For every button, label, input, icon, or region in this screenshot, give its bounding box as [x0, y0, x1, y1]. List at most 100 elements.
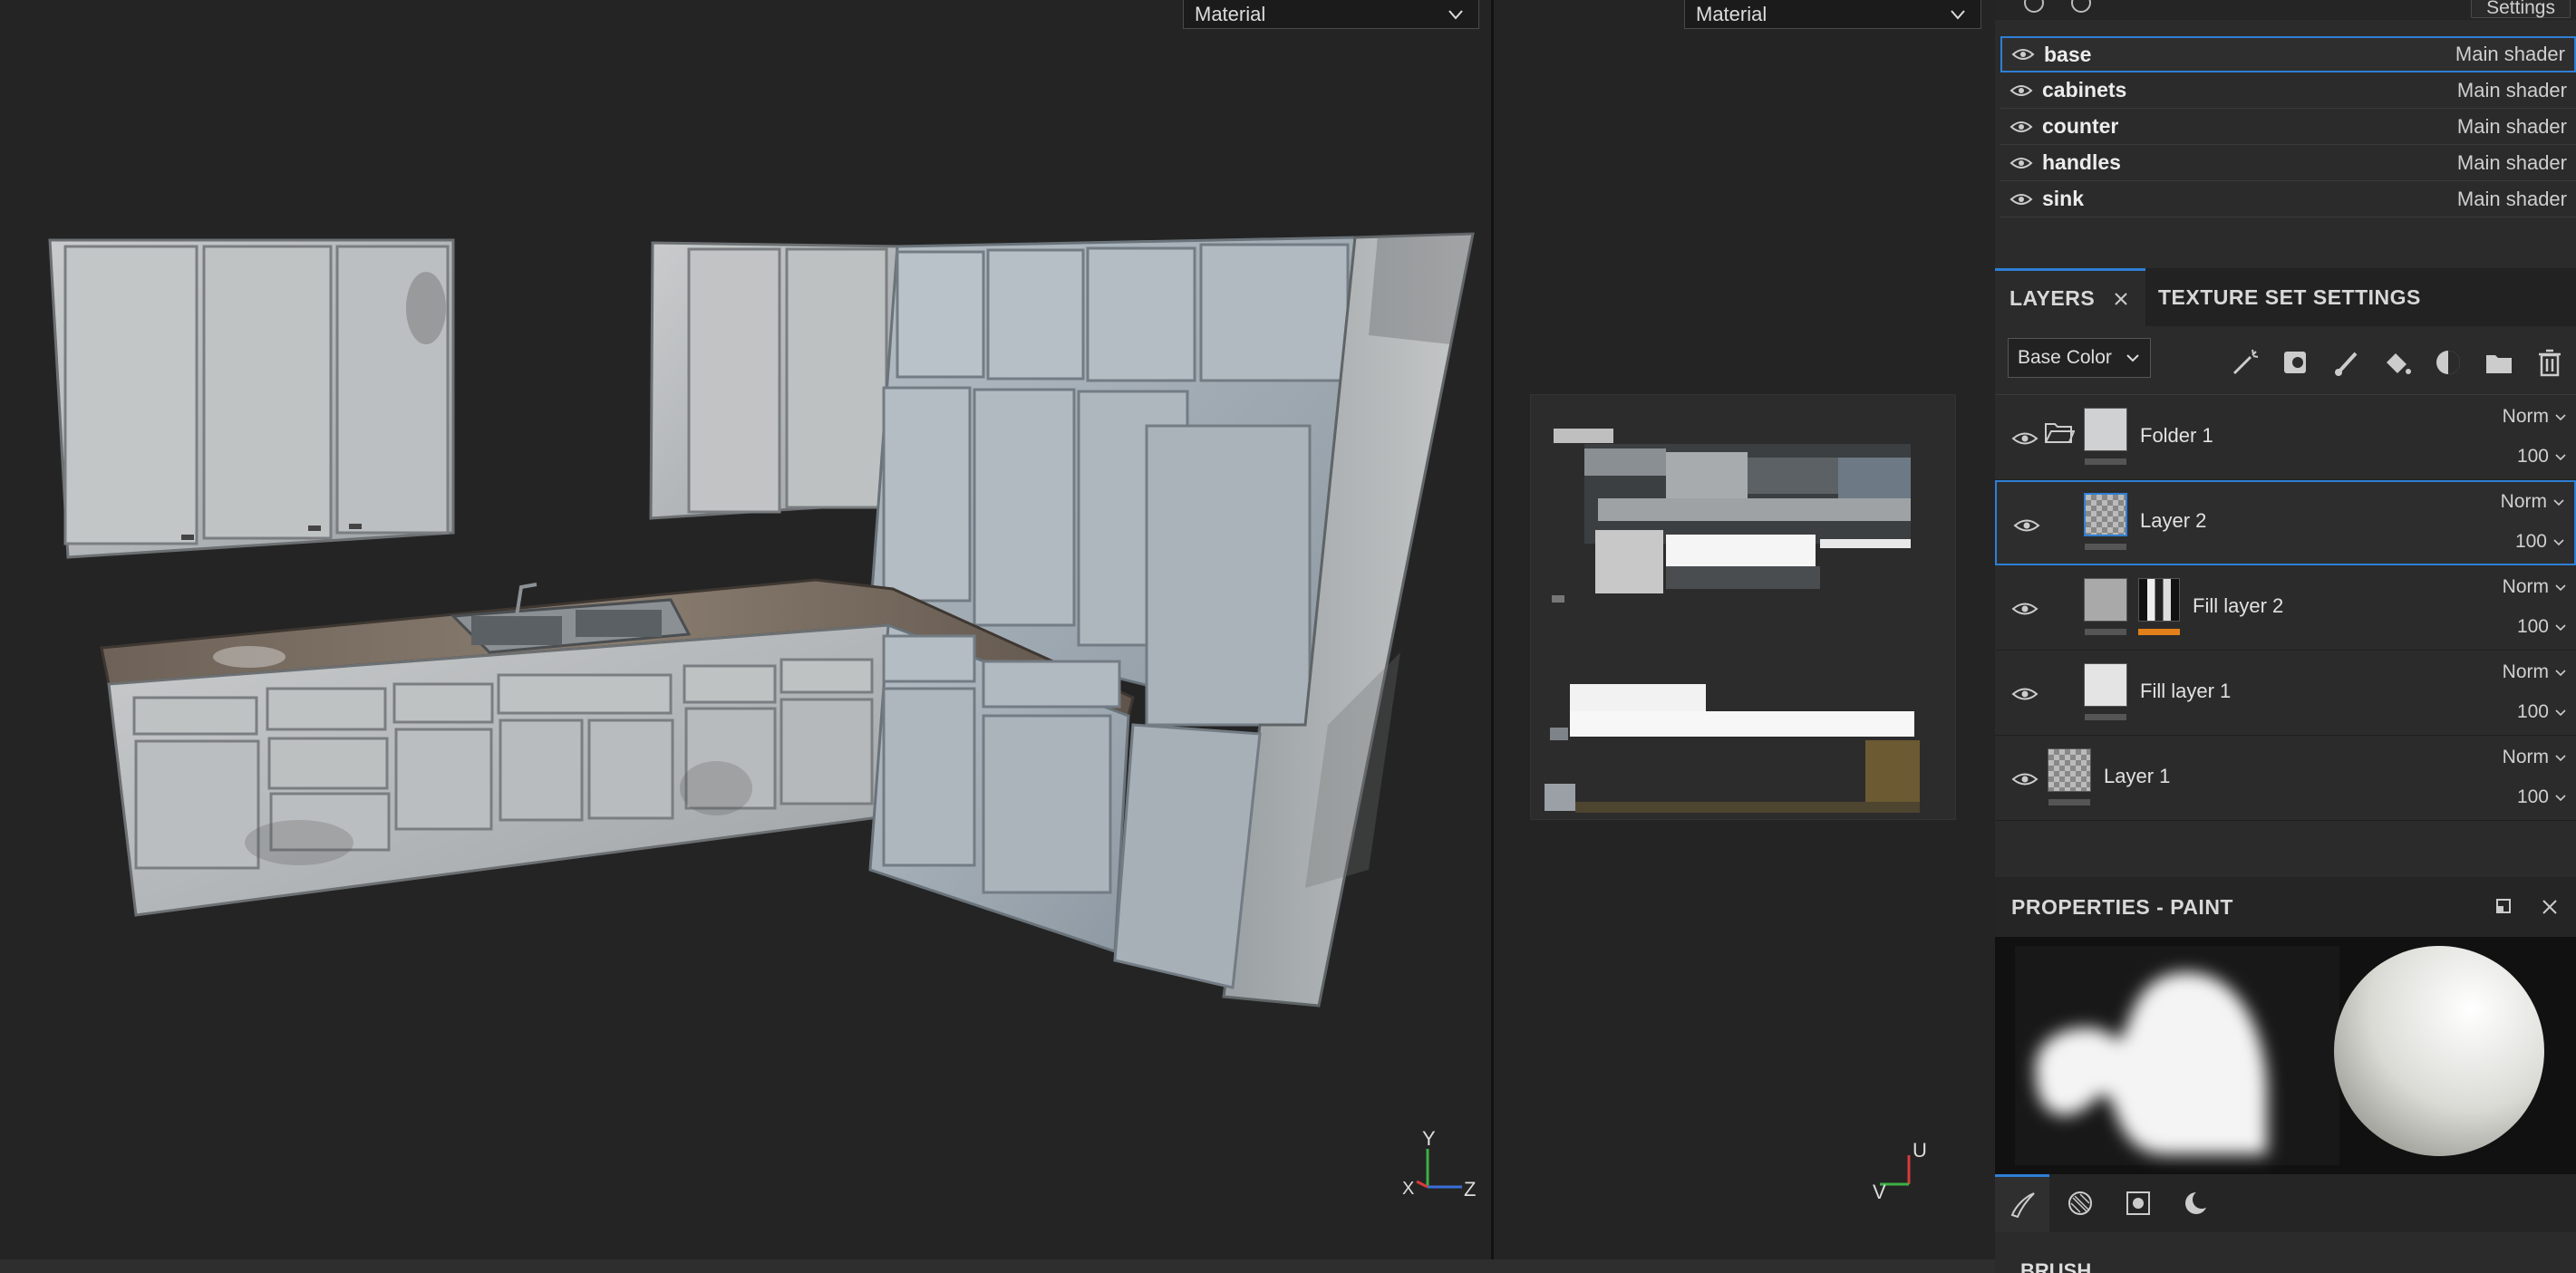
chevron-down-icon: [2555, 624, 2566, 632]
blend-mode-label: Norm: [2502, 661, 2549, 682]
layer-thumbnail: [2084, 408, 2127, 451]
blend-mode-dropdown[interactable]: Norm: [2503, 576, 2567, 598]
texture-set-item-base[interactable]: base Main shader: [2000, 36, 2576, 72]
uv-texture-sheet: [1530, 394, 1956, 820]
viewport-2d-mode-dropdown[interactable]: Material: [1684, 0, 1981, 29]
blend-mode-dropdown[interactable]: Norm: [2503, 406, 2567, 428]
mask-thumbnail[interactable]: [2138, 578, 2180, 622]
texture-set-shader[interactable]: Main shader: [2457, 151, 2567, 175]
close-icon[interactable]: [2111, 289, 2131, 309]
blend-mode-dropdown[interactable]: Norm: [2501, 491, 2565, 513]
viewport-2d[interactable]: Material U V: [1494, 0, 1995, 1259]
tab-smart-material[interactable]: [2169, 1174, 2223, 1232]
texture-set-name: sink: [2042, 187, 2085, 210]
texture-set-name: cabinets: [2042, 78, 2127, 101]
undock-icon[interactable]: [2494, 897, 2513, 915]
texture-set-settings-button[interactable]: Settings: [2471, 0, 2571, 18]
texture-set-item-handles[interactable]: handles Main shader: [2000, 145, 2576, 181]
chevron-down-icon: [2555, 454, 2566, 461]
info-icon[interactable]: [2068, 0, 2095, 16]
tab-texture-set-settings[interactable]: TEXTURE SET SETTINGS: [2158, 268, 2421, 326]
opacity-value: 100: [2514, 531, 2547, 552]
layer-name[interactable]: Layer 2: [2140, 509, 2206, 533]
eye-icon[interactable]: [2011, 46, 2035, 63]
texture-set-list: base Main shader cabinets Main shader co…: [2000, 36, 2576, 217]
blend-mode-label: Norm: [2502, 406, 2549, 427]
status-strip: [0, 1259, 1995, 1273]
chevron-down-icon: [2555, 755, 2566, 762]
chevron-down-icon: [2126, 354, 2139, 362]
viewport-2d-mode-label: Material: [1696, 2, 1767, 25]
layers-toolbar: Base Color: [1995, 326, 2576, 395]
brush-icon[interactable]: [2330, 346, 2363, 379]
add-texture-set-icon[interactable]: [2020, 0, 2048, 16]
magic-wand-icon[interactable]: [2229, 346, 2261, 379]
smart-material-icon[interactable]: [2432, 346, 2465, 379]
eye-icon[interactable]: [2011, 429, 2039, 448]
texture-set-shader[interactable]: Main shader: [2457, 188, 2567, 211]
tab-layers[interactable]: LAYERS: [1995, 268, 2145, 326]
layer-row-layer-1[interactable]: Layer 1 Norm 100: [1995, 736, 2576, 821]
eye-icon[interactable]: [2009, 155, 2033, 171]
brush-stroke-icon: [2010, 1191, 2035, 1218]
viewport-3d[interactable]: Material Y X Z: [0, 0, 1491, 1259]
texture-set-name: counter: [2042, 114, 2119, 138]
eye-icon[interactable]: [2011, 685, 2039, 703]
tab-brush[interactable]: [1995, 1174, 2049, 1232]
fill-icon[interactable]: [2381, 346, 2414, 379]
layer-name[interactable]: Folder 1: [2140, 424, 2213, 448]
layer-row-folder-1[interactable]: Folder 1 Norm 100: [1995, 395, 2576, 480]
eye-icon[interactable]: [2013, 516, 2040, 535]
axis-u-label: U: [1913, 1139, 1927, 1162]
brush-preview-area: [1995, 937, 2576, 1174]
kitchen-model: [48, 232, 1475, 1008]
layer-name[interactable]: Fill layer 1: [2140, 680, 2231, 703]
mask-icon[interactable]: [2280, 346, 2312, 379]
eye-icon[interactable]: [2009, 82, 2033, 99]
properties-header: PROPERTIES - PAINT: [1995, 877, 2576, 937]
chevron-down-icon: [2555, 670, 2566, 677]
blend-mode-dropdown[interactable]: Norm: [2503, 661, 2567, 683]
chevron-down-icon: [2555, 795, 2566, 802]
eye-icon[interactable]: [2011, 600, 2039, 618]
opacity-dropdown[interactable]: 100: [2517, 786, 2567, 808]
opacity-value: 100: [2516, 786, 2549, 807]
opacity-dropdown[interactable]: 100: [2515, 531, 2565, 553]
eye-icon[interactable]: [2009, 191, 2033, 207]
axis-v-label: V: [1873, 1181, 1886, 1201]
blend-mode-label: Norm: [2500, 491, 2547, 512]
layer-thumbnail: [2084, 578, 2127, 622]
layer-row-layer-2[interactable]: Layer 2 Norm 100: [1995, 480, 2576, 565]
right-panel: Settings base Main shader cabinets Main …: [1995, 0, 2576, 1273]
texture-set-header: Settings: [1995, 0, 2576, 20]
layer-row-fill-layer-1[interactable]: Fill layer 1 Norm 100: [1995, 651, 2576, 736]
folder-icon[interactable]: [2483, 346, 2515, 379]
folder-open-icon[interactable]: [2044, 420, 2075, 446]
texture-set-shader[interactable]: Main shader: [2455, 43, 2565, 66]
tab-material[interactable]: [2053, 1174, 2107, 1232]
close-icon[interactable]: [2540, 897, 2560, 917]
smart-material-icon: [2185, 1191, 2211, 1214]
layer-thumbnail-bar: [2085, 714, 2126, 720]
layer-name[interactable]: Layer 1: [2104, 765, 2170, 788]
layer-row-fill-layer-2[interactable]: Fill layer 2 Norm 100: [1995, 565, 2576, 651]
opacity-dropdown[interactable]: 100: [2517, 446, 2567, 468]
tab-stencil[interactable]: [2111, 1174, 2165, 1232]
layer-name[interactable]: Fill layer 2: [2193, 594, 2283, 618]
channel-dropdown[interactable]: Base Color: [2008, 338, 2151, 378]
texture-set-item-counter[interactable]: counter Main shader: [2000, 109, 2576, 145]
layer-thumbnail: [2084, 663, 2127, 707]
eye-icon[interactable]: [2011, 770, 2039, 788]
blend-mode-dropdown[interactable]: Norm: [2503, 747, 2567, 768]
opacity-dropdown[interactable]: 100: [2517, 616, 2567, 638]
eye-icon[interactable]: [2009, 119, 2033, 135]
texture-set-item-cabinets[interactable]: cabinets Main shader: [2000, 72, 2576, 109]
opacity-dropdown[interactable]: 100: [2517, 701, 2567, 723]
blend-mode-label: Norm: [2502, 576, 2549, 597]
axis-z-label: Z: [1464, 1178, 1476, 1201]
trash-icon[interactable]: [2533, 346, 2566, 379]
material-checker-icon: [2068, 1191, 2092, 1215]
texture-set-shader[interactable]: Main shader: [2457, 115, 2567, 139]
texture-set-item-sink[interactable]: sink Main shader: [2000, 181, 2576, 217]
texture-set-shader[interactable]: Main shader: [2457, 79, 2567, 102]
